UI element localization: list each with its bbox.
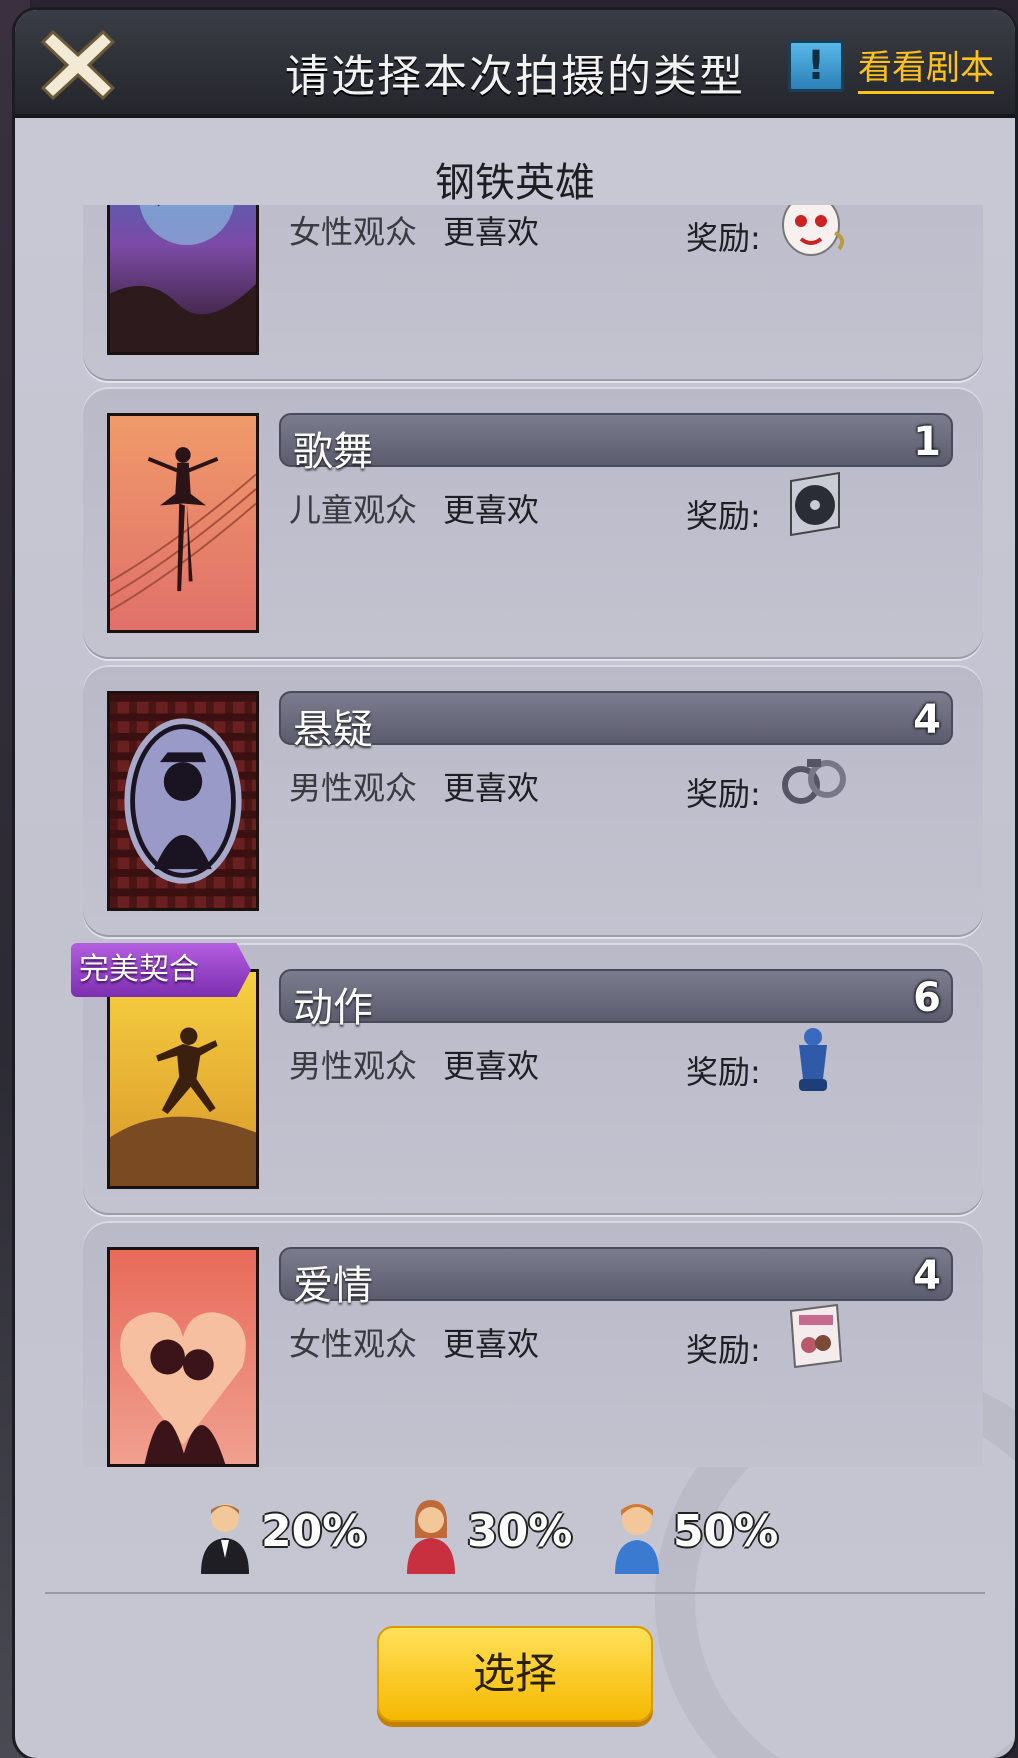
poster-musical (107, 413, 259, 633)
punching-bag-icon (799, 1028, 827, 1091)
genre-count: 1 (913, 419, 941, 465)
genre-card-action[interactable]: 完美契合 动作 6 男性观众 更喜欢 奖励: (71, 943, 983, 1215)
genre-card-romance[interactable]: 爱情 4 女性观众 更喜欢 奖励: (83, 1221, 983, 1467)
genre-name-bar: 爱情 4 (279, 1247, 953, 1309)
divider (45, 1592, 985, 1594)
genre-name-bar: 歌舞 1 (279, 413, 953, 475)
poster-mystery (107, 691, 259, 911)
child-audience-icon (615, 1504, 659, 1574)
reward-label: 奖励: (686, 497, 761, 535)
genre-name: 悬疑 (293, 707, 373, 753)
genre-count: 4 (913, 697, 941, 743)
prefer-label: 更喜欢 (443, 1325, 540, 1363)
genre-card-musical[interactable]: 歌舞 1 儿童观众 更喜欢 奖励: (83, 387, 983, 659)
genre-name-bar: 悬疑 4 (279, 691, 953, 753)
prefer-label: 更喜欢 (443, 213, 540, 251)
audience-stats: 20% 30% 50% (15, 1490, 1015, 1580)
genre-count: 4 (913, 1253, 941, 1299)
female-percent: 30% (467, 1506, 573, 1557)
genre-card-mystery[interactable]: 悬疑 4 男性观众 更喜欢 奖励: (83, 665, 983, 937)
prefer-label: 更喜欢 (443, 1047, 540, 1085)
love-magazine-icon (789, 1303, 843, 1369)
reward-label: 奖励: (686, 775, 761, 813)
male-audience-icon (201, 1504, 249, 1574)
genre-count: 6 (913, 975, 941, 1021)
audience-label: 儿童观众 (289, 491, 418, 529)
perfect-match-badge: 完美契合 (71, 943, 251, 997)
audience-label: 女性观众 (289, 213, 418, 251)
female-audience-icon (407, 1500, 455, 1574)
dialog-header: 请选择本次拍摄的类型 ! 看看剧本 (15, 10, 1015, 118)
poster-action (107, 969, 259, 1189)
audience-label: 男性观众 (289, 769, 418, 807)
male-percent: 20% (261, 1506, 367, 1557)
genre-select-dialog: 请选择本次拍摄的类型 ! 看看剧本 钢铁英雄 女性观众 更喜欢 奖励: 歌舞 1… (15, 10, 1015, 1758)
reward-label: 奖励: (686, 219, 761, 257)
reward-label: 奖励: (686, 1053, 761, 1091)
genre-card-horror[interactable]: 女性观众 更喜欢 奖励: (83, 205, 983, 381)
genre-name: 歌舞 (293, 429, 373, 475)
view-script-button[interactable]: ! 看看剧本 (788, 34, 1008, 100)
child-percent: 50% (673, 1506, 779, 1557)
mask-icon (782, 205, 845, 256)
audience-label: 男性观众 (289, 1047, 418, 1085)
genre-name: 动作 (293, 985, 373, 1031)
audience-label: 女性观众 (289, 1325, 418, 1363)
movie-title: 钢铁英雄 (435, 160, 595, 206)
handcuffs-icon (782, 759, 846, 804)
prefer-label: 更喜欢 (443, 769, 540, 807)
exclamation-icon: ! (788, 40, 844, 92)
poster-romance (107, 1247, 259, 1467)
genre-list[interactable]: 女性观众 更喜欢 奖励: 歌舞 1 儿童观众 更喜欢 奖励: 悬疑 4 男性观众… (60, 205, 990, 1467)
view-script-label: 看看剧本 (858, 40, 994, 94)
select-button[interactable]: 选择 (377, 1626, 653, 1722)
poster-horror (107, 205, 259, 355)
genre-name: 爱情 (293, 1263, 373, 1309)
genre-name-bar: 动作 6 (279, 969, 953, 1031)
reward-label: 奖励: (686, 1331, 761, 1369)
prefer-label: 更喜欢 (443, 491, 540, 529)
disc-icon (790, 471, 840, 537)
